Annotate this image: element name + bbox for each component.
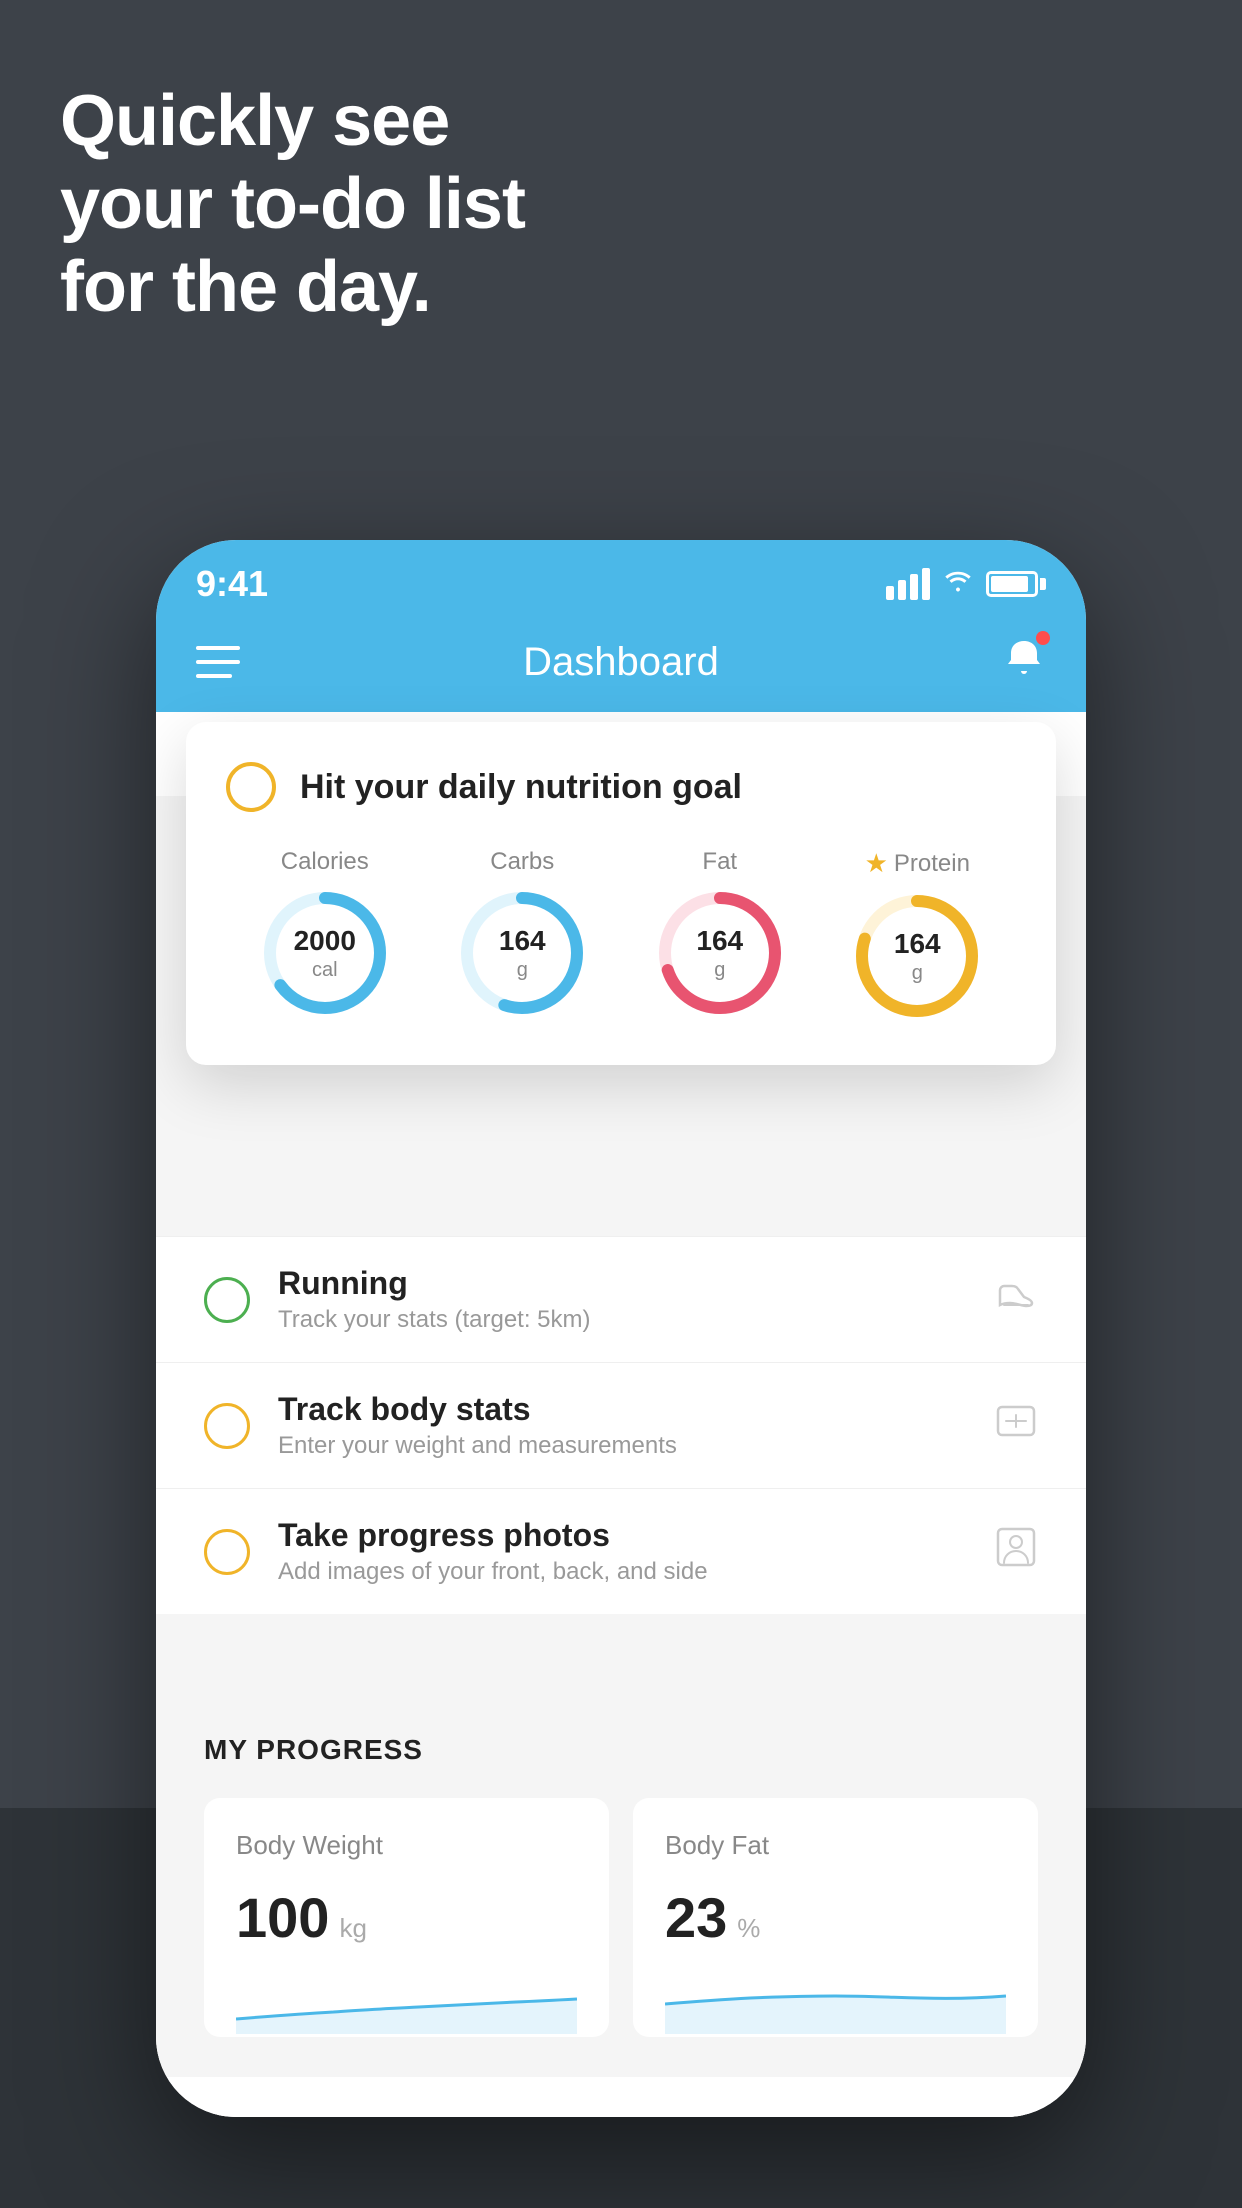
todo-item-photos[interactable]: Take progress photos Add images of your … bbox=[156, 1488, 1086, 1614]
calories-value: 2000 bbox=[294, 924, 356, 958]
body-stats-title: Track body stats bbox=[278, 1391, 994, 1428]
nav-title: Dashboard bbox=[523, 640, 719, 685]
todo-item-body-stats[interactable]: Track body stats Enter your weight and m… bbox=[156, 1362, 1086, 1488]
wifi-icon bbox=[942, 567, 974, 601]
photos-check[interactable] bbox=[204, 1529, 250, 1575]
star-icon: ★ bbox=[865, 848, 888, 879]
carbs-label: Carbs bbox=[490, 848, 554, 876]
body-weight-unit: kg bbox=[339, 1913, 366, 1944]
carbs-value: 164 bbox=[499, 924, 546, 958]
todo-list: Running Track your stats (target: 5km) bbox=[156, 1236, 1086, 1614]
status-icons bbox=[886, 567, 1046, 601]
body-weight-card[interactable]: Body Weight 100 kg bbox=[204, 1798, 609, 2037]
photos-title: Take progress photos bbox=[278, 1517, 994, 1554]
hero-line3: for the day. bbox=[60, 246, 525, 329]
body-fat-title: Body Fat bbox=[665, 1830, 1006, 1861]
protein-ring: 164 g bbox=[852, 891, 982, 1021]
status-bar: 9:41 bbox=[156, 540, 1086, 612]
body-fat-value: 23 bbox=[665, 1885, 727, 1950]
protein-item: ★ Protein 164 g bbox=[852, 848, 982, 1021]
body-weight-title: Body Weight bbox=[236, 1830, 577, 1861]
body-weight-sparkline bbox=[236, 1974, 577, 2034]
fat-label: Fat bbox=[702, 848, 737, 876]
person-icon bbox=[994, 1525, 1038, 1579]
calories-unit: cal bbox=[294, 958, 356, 982]
photos-subtitle: Add images of your front, back, and side bbox=[278, 1558, 994, 1586]
running-subtitle: Track your stats (target: 5km) bbox=[278, 1306, 994, 1334]
carbs-item: Carbs 164 g bbox=[457, 848, 587, 1018]
fat-value: 164 bbox=[696, 924, 743, 958]
progress-cards: Body Weight 100 kg Body Fat bbox=[204, 1798, 1038, 2037]
calories-label: Calories bbox=[281, 848, 369, 876]
notification-button[interactable] bbox=[1002, 635, 1046, 689]
scale-icon bbox=[994, 1399, 1038, 1453]
nutrition-check-circle[interactable] bbox=[226, 762, 276, 812]
nutrition-row: Calories 2000 cal bbox=[226, 848, 1016, 1021]
status-time: 9:41 bbox=[196, 563, 268, 605]
signal-icon bbox=[886, 568, 930, 600]
todo-item-running[interactable]: Running Track your stats (target: 5km) bbox=[156, 1236, 1086, 1362]
nutrition-card: Hit your daily nutrition goal Calories 2 bbox=[186, 722, 1056, 1065]
hero-text: Quickly see your to-do list for the day. bbox=[60, 80, 525, 328]
body-fat-sparkline bbox=[665, 1974, 1006, 2034]
carbs-unit: g bbox=[499, 958, 546, 982]
hero-line2: your to-do list bbox=[60, 163, 525, 246]
fat-unit: g bbox=[696, 958, 743, 982]
calories-item: Calories 2000 cal bbox=[260, 848, 390, 1018]
nutrition-card-title: Hit your daily nutrition goal bbox=[300, 768, 742, 807]
carbs-ring: 164 g bbox=[457, 888, 587, 1018]
fat-ring: 164 g bbox=[655, 888, 785, 1018]
progress-section: MY PROGRESS Body Weight 100 kg bbox=[156, 1674, 1086, 2077]
body-fat-unit: % bbox=[737, 1913, 760, 1944]
shoe-icon bbox=[994, 1277, 1038, 1323]
running-check[interactable] bbox=[204, 1277, 250, 1323]
menu-button[interactable] bbox=[196, 646, 240, 678]
body-stats-subtitle: Enter your weight and measurements bbox=[278, 1432, 994, 1460]
body-stats-check[interactable] bbox=[204, 1403, 250, 1449]
protein-unit: g bbox=[894, 961, 941, 985]
protein-label: ★ Protein bbox=[865, 848, 970, 879]
fat-item: Fat 164 g bbox=[655, 848, 785, 1018]
body-weight-value: 100 bbox=[236, 1885, 329, 1950]
running-title: Running bbox=[278, 1265, 994, 1302]
progress-header: MY PROGRESS bbox=[204, 1734, 1038, 1766]
hero-line1: Quickly see bbox=[60, 80, 525, 163]
calories-ring: 2000 cal bbox=[260, 888, 390, 1018]
nav-bar: Dashboard bbox=[156, 612, 1086, 712]
protein-value: 164 bbox=[894, 927, 941, 961]
battery-icon bbox=[986, 571, 1046, 597]
body-fat-card[interactable]: Body Fat 23 % bbox=[633, 1798, 1038, 2037]
